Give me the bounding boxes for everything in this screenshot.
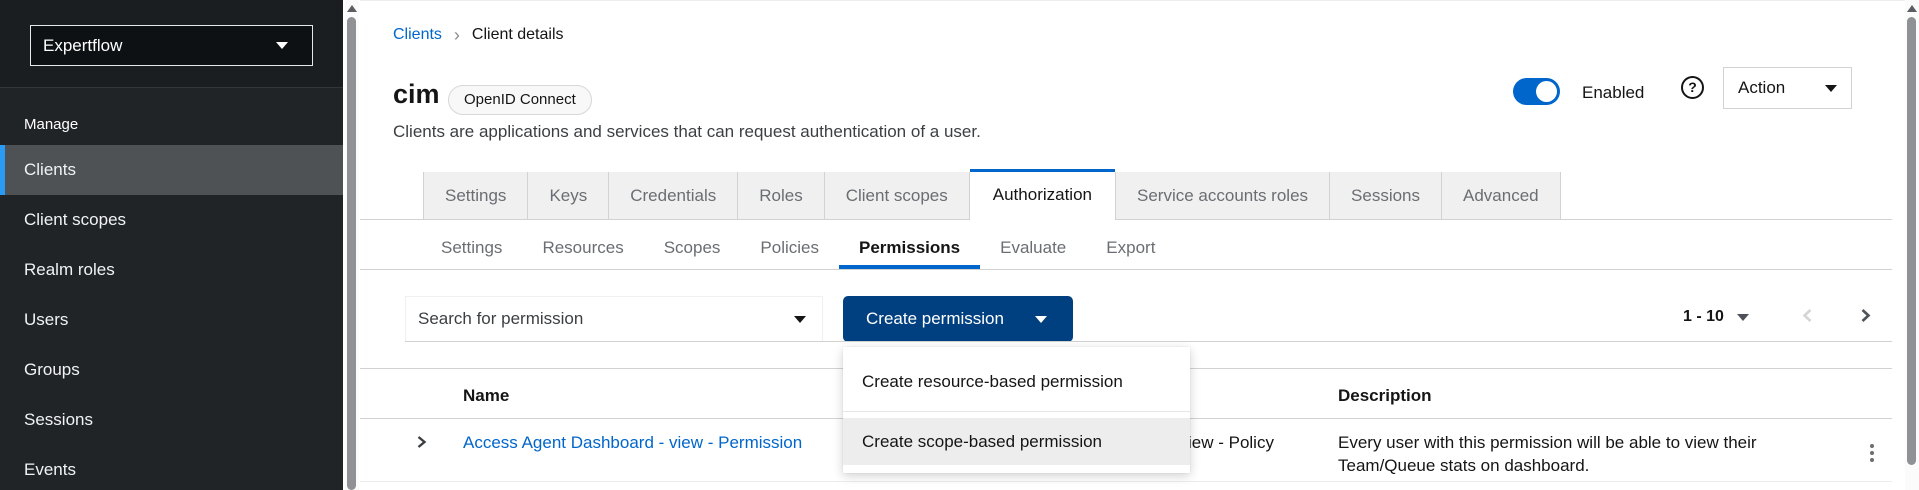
chevron-down-icon [276,42,288,49]
sidebar-item-label: Clients [24,160,76,180]
action-dropdown-label: Action [1738,78,1785,98]
column-header-description: Description [1338,386,1432,406]
subtab-evaluate[interactable]: Evaluate [980,225,1086,270]
authorization-subtabs: Settings Resources Scopes Policies Permi… [421,225,1175,270]
kebab-icon [1870,444,1874,448]
chevron-left-icon [1801,307,1814,324]
toolbar-bottom-border [405,341,1892,342]
search-permission-select[interactable]: Search for permission [405,296,823,342]
tab-keys[interactable]: Keys [528,172,609,219]
chevron-down-icon [794,316,806,323]
sidebar-item-label: Groups [24,360,80,380]
breadcrumb-clients-link[interactable]: Clients [393,26,442,44]
subtab-scopes[interactable]: Scopes [644,225,741,270]
chevron-right-icon [1859,307,1872,324]
page-scrollbar [1905,0,1919,490]
keycloak-admin-console: Expertflow Manage Clients Client scopes … [0,0,1919,490]
protocol-badge: OpenID Connect [448,85,592,115]
subtab-permissions[interactable]: Permissions [839,225,980,270]
tab-sessions[interactable]: Sessions [1330,172,1442,219]
sidebar-item-realm-roles[interactable]: Realm roles [0,245,343,295]
sidebar-item-events[interactable]: Events [0,445,343,490]
sidebar-item-users[interactable]: Users [0,295,343,345]
row-kebab-menu-button[interactable] [1863,431,1881,455]
permission-name-link[interactable]: Access Agent Dashboard - view - Permissi… [463,433,802,453]
breadcrumb-separator-icon: › [454,27,460,43]
breadcrumb-current: Client details [472,26,564,44]
tab-authorization[interactable]: Authorization [970,169,1115,220]
sidebar-item-label: Realm roles [24,260,115,280]
tab-advanced[interactable]: Advanced [1442,172,1561,219]
create-permission-menu: Create resource-based permission Create … [843,347,1190,473]
pagination-options-chevron-icon[interactable] [1737,314,1749,321]
page-title: cim [393,79,440,110]
subtab-export[interactable]: Export [1086,225,1175,270]
help-icon[interactable]: ? [1681,76,1704,99]
expand-row-button[interactable] [409,432,433,454]
subtab-settings[interactable]: Settings [421,225,522,270]
scroll-up-icon[interactable] [347,5,357,12]
page-description: Clients are applications and services th… [393,122,981,142]
sidebar-scrollbar [345,0,359,490]
sidebar-item-label: Sessions [24,410,93,430]
row-description-line1: Every user with this permission will be … [1338,433,1757,453]
menu-item-create-scope-based-permission[interactable]: Create scope-based permission [843,418,1190,465]
subtab-permissions-label: Permissions [859,238,960,258]
associated-policy-fragment: iew - Policy [1188,433,1274,453]
active-indicator [0,145,5,195]
sidebar-item-label: Events [24,460,76,480]
tab-service-accounts-roles[interactable]: Service accounts roles [1115,172,1330,219]
breadcrumb: Clients › Client details [393,24,564,46]
menu-divider [843,411,1190,412]
create-permission-button[interactable]: Create permission [843,296,1073,342]
nav-menu: Clients Client scopes Realm roles Users … [0,145,343,490]
search-permission-placeholder: Search for permission [418,309,583,329]
tab-settings[interactable]: Settings [423,172,528,219]
pagination-prev-button[interactable] [1795,306,1819,328]
tab-roles[interactable]: Roles [738,172,824,219]
sidebar-item-clients[interactable]: Clients [0,145,343,195]
tab-client-scopes[interactable]: Client scopes [825,172,970,219]
sidebar-masthead: Expertflow [0,0,343,88]
action-dropdown-button[interactable]: Action [1723,67,1852,109]
subtab-policies[interactable]: Policies [740,225,839,270]
sidebar-item-client-scopes[interactable]: Client scopes [0,195,343,245]
chevron-right-icon [416,435,427,449]
subtab-resources[interactable]: Resources [522,225,643,270]
row-description-line2: Team/Queue stats on dashboard. [1338,456,1589,476]
row-bottom-border [360,481,1892,482]
sidebar-item-groups[interactable]: Groups [0,345,343,395]
column-header-name: Name [463,386,509,406]
tab-credentials[interactable]: Credentials [609,172,738,219]
active-tab-underline [839,265,980,269]
sidebar-item-label: Users [24,310,68,330]
toggle-knob [1536,81,1557,102]
sidebar: Expertflow Manage Clients Client scopes … [0,0,343,490]
chevron-down-icon [1825,85,1837,92]
pagination-next-button[interactable] [1853,306,1877,328]
create-permission-label: Create permission [866,309,1004,329]
sidebar-scrollbar-thumb[interactable] [347,17,356,490]
page-scrollbar-thumb[interactable] [1907,17,1916,465]
enabled-toggle[interactable] [1513,78,1560,105]
realm-selector[interactable]: Expertflow [30,25,313,66]
sidebar-item-sessions[interactable]: Sessions [0,395,343,445]
realm-selector-label: Expertflow [43,36,122,56]
chevron-down-icon [1035,316,1047,323]
menu-item-create-resource-based-permission[interactable]: Create resource-based permission [843,359,1190,405]
enabled-label: Enabled [1582,79,1644,106]
client-tabs: Settings Keys Credentials Roles Client s… [423,169,1561,220]
content-top-border [360,0,1905,1]
pagination-range[interactable]: 1 - 10 [1683,308,1724,326]
sidebar-item-label: Client scopes [24,210,126,230]
scroll-up-icon[interactable] [1907,5,1917,12]
nav-section-label: Manage [24,116,78,133]
